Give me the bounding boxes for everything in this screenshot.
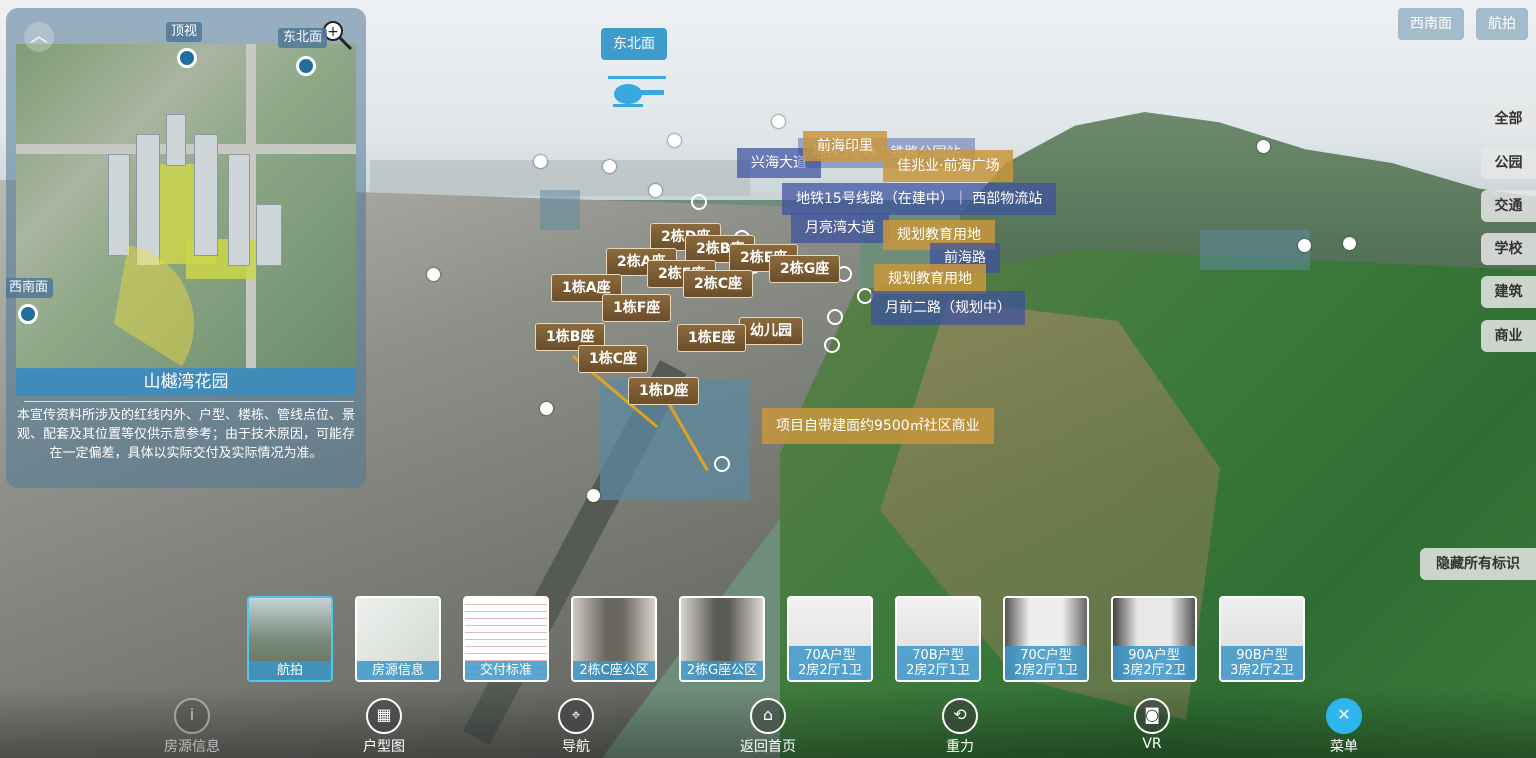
tool-label: 重力 — [946, 739, 974, 755]
filter-commerce[interactable]: 商业 — [1481, 320, 1536, 352]
thumb-label: 2栋C座公区 — [573, 661, 655, 680]
minimap-point-southwest[interactable] — [18, 304, 38, 324]
distant-building — [1200, 230, 1310, 270]
tool-label: 户型图 — [363, 739, 405, 755]
hotspot-ring[interactable] — [691, 194, 707, 210]
poi-tag-metro15[interactable]: 地铁15号线路（在建中）｜ 西部物流站 — [782, 183, 1057, 215]
helicopter-icon[interactable] — [608, 74, 666, 108]
scene-view-label: 东北面 — [601, 28, 667, 60]
building-tag-kindergarten[interactable]: 幼儿园 — [739, 317, 803, 345]
hotspot-ring[interactable] — [714, 456, 730, 472]
thumb-label: 70C户型 2房2厅1卫 — [1005, 646, 1087, 680]
minimap-point-northeast[interactable] — [296, 56, 316, 76]
minimap-panel: ︿ + 顶视 东北面 西南面 山樾湾花园 本宣传资料所涉及的红线内外、户型、楼栋… — [6, 8, 366, 488]
minimap-view-top[interactable]: 顶视 — [166, 22, 203, 42]
poi-tag-commercial[interactable]: 项目自带建面约9500㎡社区商业 — [762, 408, 994, 444]
thumb-label: 交付标准 — [465, 661, 547, 680]
hotspot-dot[interactable] — [427, 268, 440, 281]
filter-traffic[interactable]: 交通 — [1481, 190, 1536, 222]
hotspot-dot[interactable] — [668, 134, 681, 147]
building-tag-2c[interactable]: 2栋C座 — [683, 270, 754, 298]
minimap-point-top[interactable] — [177, 48, 197, 68]
thumb-90b[interactable]: 90B户型 3房2厅2卫 — [1219, 596, 1305, 682]
poi-tag-zhuzhaoye[interactable]: 佳兆业·前海广场 — [883, 150, 1014, 182]
thumb-label: 航拍 — [249, 661, 331, 680]
tool-floorplan[interactable]: ▦ 户型图 — [344, 698, 424, 756]
building-tag-1d[interactable]: 1栋D座 — [628, 377, 700, 405]
tool-vr[interactable]: ◙ VR — [1112, 698, 1192, 752]
hotspot-dot[interactable] — [587, 489, 600, 502]
disclaimer-text: 本宣传资料所涉及的红线内外、户型、楼栋、管线点位、景观、配套及其位置等仅供示意参… — [16, 408, 355, 461]
hotspot-dot[interactable] — [540, 402, 553, 415]
minimap-view-southwest[interactable]: 西南面 — [6, 278, 54, 298]
poi-tag-yueliangwan[interactable]: 月亮湾大道 — [791, 213, 889, 243]
filter-school[interactable]: 学校 — [1481, 233, 1536, 265]
thumb-label: 房源信息 — [357, 661, 439, 680]
thumb-label: 90B户型 3房2厅2卫 — [1221, 646, 1303, 680]
divider — [24, 401, 354, 402]
hotspot-dot[interactable] — [772, 115, 785, 128]
thumb-aerial[interactable]: 航拍 — [247, 596, 333, 682]
building-tag-1c[interactable]: 1栋C座 — [578, 345, 649, 373]
bottom-toolbar: i 房源信息 ▦ 户型图 ⌖ 导航 ⌂ 返回首页 ⟲ 重力 ◙ VR ✕ 菜单 — [0, 688, 1536, 758]
southwest-view-button[interactable]: 西南面 — [1398, 8, 1464, 40]
thumb-listing[interactable]: 房源信息 — [355, 596, 441, 682]
thumb-delivery[interactable]: 交付标准 — [463, 596, 549, 682]
thumb-label: 2栋G座公区 — [681, 661, 763, 680]
tool-label: 导航 — [562, 739, 590, 755]
home-icon: ⌂ — [750, 698, 786, 734]
aerial-view-button[interactable]: 航拍 — [1476, 8, 1528, 40]
thumb-90a[interactable]: 90A户型 3房2厅2卫 — [1111, 596, 1197, 682]
thumb-70c[interactable]: 70C户型 2房2厅1卫 — [1003, 596, 1089, 682]
tool-label: 返回首页 — [740, 739, 796, 755]
filter-building[interactable]: 建筑 — [1481, 276, 1536, 308]
minimap-view-northeast[interactable]: 东北面 — [278, 28, 328, 48]
hotspot-dot[interactable] — [534, 155, 547, 168]
filter-park[interactable]: 公园 — [1481, 147, 1536, 179]
tool-navigation[interactable]: ⌖ 导航 — [536, 698, 616, 756]
close-icon: ✕ — [1326, 698, 1362, 734]
building-tag-2g[interactable]: 2栋G座 — [769, 255, 841, 283]
thumb-70b[interactable]: 70B户型 2房2厅1卫 — [895, 596, 981, 682]
thumb-label: 90A户型 3房2厅2卫 — [1113, 646, 1195, 680]
tool-listing[interactable]: i 房源信息 — [152, 698, 232, 756]
poi-tag-edu2[interactable]: 规划教育用地 — [874, 264, 986, 294]
tool-label: 菜单 — [1330, 739, 1358, 755]
poi-tag-qianhai-yinli[interactable]: 前海印里 — [803, 131, 887, 161]
location-pin-icon: ⌖ — [558, 698, 594, 734]
hotspot-ring[interactable] — [827, 309, 843, 325]
thumb-70a[interactable]: 70A户型 2房2厅1卫 — [787, 596, 873, 682]
poi-tag-yueqian2[interactable]: 月前二路（规划中） — [871, 291, 1025, 325]
hotspot-dot[interactable] — [1257, 140, 1270, 153]
hotspot-dot[interactable] — [1343, 237, 1356, 250]
info-icon: i — [174, 698, 210, 734]
tool-home[interactable]: ⌂ 返回首页 — [728, 698, 808, 756]
tool-label: 房源信息 — [164, 739, 220, 755]
hotspot-dot[interactable] — [603, 160, 616, 173]
tool-menu[interactable]: ✕ 菜单 — [1304, 698, 1384, 756]
thumb-label: 70B户型 2房2厅1卫 — [897, 646, 979, 680]
vr-headset-icon: ◙ — [1134, 698, 1170, 734]
hide-all-markers-button[interactable]: 隐藏所有标识 — [1420, 548, 1536, 580]
hotspot-dot[interactable] — [649, 184, 662, 197]
building-tag-1e[interactable]: 1栋E座 — [677, 324, 747, 352]
distant-building — [540, 190, 580, 230]
scene-thumbnails: 航拍 房源信息 交付标准 2栋C座公区 2栋G座公区 70A户型 2房2厅1卫 … — [0, 594, 1536, 684]
project-title: 山樾湾花园 — [16, 368, 356, 396]
floorplan-icon: ▦ — [366, 698, 402, 734]
thumb-2g-lobby[interactable]: 2栋G座公区 — [679, 596, 765, 682]
hotspot-ring[interactable] — [824, 337, 840, 353]
tool-gravity[interactable]: ⟲ 重力 — [920, 698, 1000, 756]
building-tag-1f[interactable]: 1栋F座 — [602, 294, 672, 322]
chevron-up-icon[interactable]: ︿ — [24, 22, 54, 52]
svg-text:+: + — [327, 24, 339, 40]
tool-label: VR — [1142, 736, 1162, 752]
thumb-label: 70A户型 2房2厅1卫 — [789, 646, 871, 680]
hotspot-dot[interactable] — [1298, 239, 1311, 252]
filter-all[interactable]: 全部 — [1481, 103, 1536, 135]
gravity-icon: ⟲ — [942, 698, 978, 734]
thumb-2c-lobby[interactable]: 2栋C座公区 — [571, 596, 657, 682]
